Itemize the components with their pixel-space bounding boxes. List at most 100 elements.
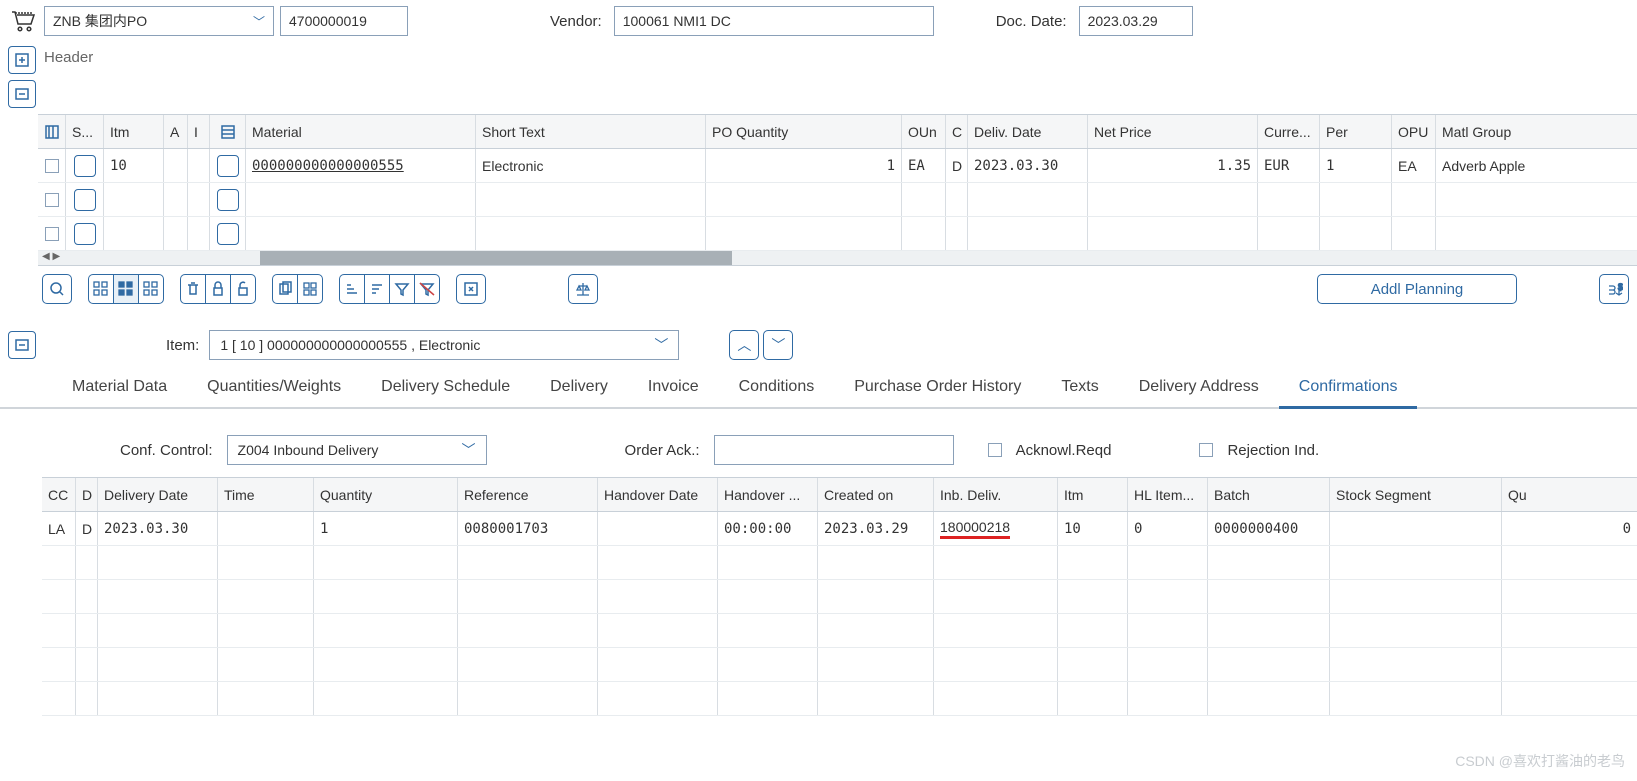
currency-button[interactable]: $ xyxy=(1599,274,1629,304)
col-oun[interactable]: OUn xyxy=(902,115,946,148)
lock-button[interactable] xyxy=(205,274,230,304)
ack-reqd-checkbox[interactable] xyxy=(988,443,1002,457)
col-hl-item[interactable]: HL Item... xyxy=(1128,478,1208,511)
tab-po-history[interactable]: Purchase Order History xyxy=(834,370,1041,407)
col-c[interactable]: C xyxy=(946,115,968,148)
item-icon[interactable] xyxy=(217,155,239,177)
deselect-all-button[interactable] xyxy=(113,274,138,304)
conf-control-select[interactable]: Z004 Inbound Delivery ﹀ xyxy=(227,435,487,465)
col-delivery-date[interactable]: Delivery Date xyxy=(98,478,218,511)
table-row[interactable] xyxy=(42,546,1637,580)
vendor-input[interactable]: 100061 NMI1 DC xyxy=(614,6,934,36)
status-icon[interactable] xyxy=(74,223,96,245)
detail-button[interactable] xyxy=(42,274,72,304)
col-inb-deliv[interactable]: Inb. Deliv. xyxy=(934,478,1058,511)
tab-delivery-address[interactable]: Delivery Address xyxy=(1119,370,1279,407)
filter-button[interactable] xyxy=(389,274,414,304)
col-deliv-date[interactable]: Deliv. Date xyxy=(968,115,1088,148)
tab-texts[interactable]: Texts xyxy=(1041,370,1118,407)
col-time[interactable]: Time xyxy=(218,478,314,511)
select-all-button[interactable] xyxy=(88,274,113,304)
col-opu[interactable]: OPU xyxy=(1392,115,1436,148)
col-d[interactable]: D xyxy=(76,478,98,511)
items-grid-header: S... Itm A I Material Short Text PO Quan… xyxy=(38,115,1637,149)
tab-invoice[interactable]: Invoice xyxy=(628,370,719,407)
item-select-value: 1 [ 10 ] 000000000000000555 , Electronic xyxy=(220,337,480,353)
table-row[interactable]: 10 000000000000000555 Electronic 1 EA D … xyxy=(38,149,1637,183)
table-row[interactable] xyxy=(42,648,1637,682)
ack-reqd-label: Acknowl.Reqd xyxy=(1016,442,1112,459)
col-conf-itm[interactable]: Itm xyxy=(1058,478,1128,511)
table-row[interactable] xyxy=(42,682,1637,716)
filter-delete-button[interactable] xyxy=(414,274,440,304)
col-curre[interactable]: Curre... xyxy=(1258,115,1320,148)
col-stock-seg[interactable]: Stock Segment xyxy=(1330,478,1502,511)
col-created-on[interactable]: Created on xyxy=(818,478,934,511)
col-itm[interactable]: Itm xyxy=(104,115,164,148)
tab-material-data[interactable]: Material Data xyxy=(52,370,187,407)
col-net-price[interactable]: Net Price xyxy=(1088,115,1258,148)
horizontal-scrollbar[interactable]: ◀ ▶ xyxy=(38,251,1637,265)
table-row[interactable] xyxy=(42,580,1637,614)
delete-button[interactable] xyxy=(180,274,205,304)
po-number-input[interactable]: 4700000019 xyxy=(280,6,408,36)
tab-quantities-weights[interactable]: Quantities/Weights xyxy=(187,370,361,407)
tab-conditions[interactable]: Conditions xyxy=(719,370,835,407)
addl-planning-label: Addl Planning xyxy=(1371,281,1464,298)
doc-date-label: Doc. Date: xyxy=(996,13,1067,30)
addl-planning-button[interactable]: Addl Planning xyxy=(1317,274,1517,304)
col-matl-group[interactable]: Matl Group xyxy=(1436,115,1637,148)
item-select[interactable]: 1 [ 10 ] 000000000000000555 , Electronic… xyxy=(209,330,679,360)
paste-button[interactable] xyxy=(297,274,323,304)
expand-header-button[interactable] xyxy=(8,46,36,74)
status-icon[interactable] xyxy=(74,155,96,177)
col-s[interactable]: S... xyxy=(66,115,104,148)
order-ack-input[interactable] xyxy=(714,435,954,465)
col-handover[interactable]: Handover ... xyxy=(718,478,818,511)
item-next-button[interactable]: ﹀ xyxy=(763,330,793,360)
cell-qu: 0 xyxy=(1502,512,1637,545)
doc-date-input[interactable]: 2023.03.29 xyxy=(1079,6,1193,36)
tab-delivery-schedule[interactable]: Delivery Schedule xyxy=(361,370,530,407)
cell-material[interactable]: 000000000000000555 xyxy=(246,149,476,182)
collapse-items-button[interactable] xyxy=(8,80,36,108)
col-i[interactable]: I xyxy=(188,115,210,148)
item-prev-button[interactable]: ︿ xyxy=(729,330,759,360)
sort-desc-button[interactable] xyxy=(364,274,389,304)
col-ref[interactable]: Reference xyxy=(458,478,598,511)
sort-asc-button[interactable] xyxy=(339,274,364,304)
item-icon[interactable] xyxy=(217,189,239,211)
row-checkbox[interactable] xyxy=(45,227,59,241)
cell-cc: LA xyxy=(42,512,76,545)
table-row[interactable] xyxy=(42,614,1637,648)
tab-delivery[interactable]: Delivery xyxy=(530,370,628,407)
scrollbar-thumb[interactable] xyxy=(260,251,732,265)
unlock-button[interactable] xyxy=(230,274,256,304)
tab-confirmations[interactable]: Confirmations xyxy=(1279,370,1418,409)
balance-button[interactable] xyxy=(568,274,598,304)
rejection-ind-checkbox[interactable] xyxy=(1199,443,1213,457)
collapse-item-detail-button[interactable] xyxy=(8,331,36,359)
cell-curre: EUR xyxy=(1258,149,1320,182)
status-icon[interactable] xyxy=(74,189,96,211)
po-type-select[interactable]: ZNB 集团内PO ﹀ xyxy=(44,6,274,36)
settings-button[interactable] xyxy=(456,274,486,304)
table-row[interactable]: LA D 2023.03.30 1 0080001703 00:00:00 20… xyxy=(42,512,1637,546)
col-handover-date[interactable]: Handover Date xyxy=(598,478,718,511)
col-po-qty[interactable]: PO Quantity xyxy=(706,115,902,148)
item-icon[interactable] xyxy=(217,223,239,245)
col-batch[interactable]: Batch xyxy=(1208,478,1330,511)
row-checkbox[interactable] xyxy=(45,159,59,173)
table-row[interactable] xyxy=(38,217,1637,251)
col-material[interactable]: Material xyxy=(246,115,476,148)
col-qu[interactable]: Qu xyxy=(1502,478,1637,511)
select-block-button[interactable] xyxy=(138,274,164,304)
row-checkbox[interactable] xyxy=(45,193,59,207)
col-qty[interactable]: Quantity xyxy=(314,478,458,511)
col-short-text[interactable]: Short Text xyxy=(476,115,706,148)
table-row[interactable] xyxy=(38,183,1637,217)
col-cc[interactable]: CC xyxy=(42,478,76,511)
copy-button[interactable] xyxy=(272,274,297,304)
col-a[interactable]: A xyxy=(164,115,188,148)
col-per[interactable]: Per xyxy=(1320,115,1392,148)
